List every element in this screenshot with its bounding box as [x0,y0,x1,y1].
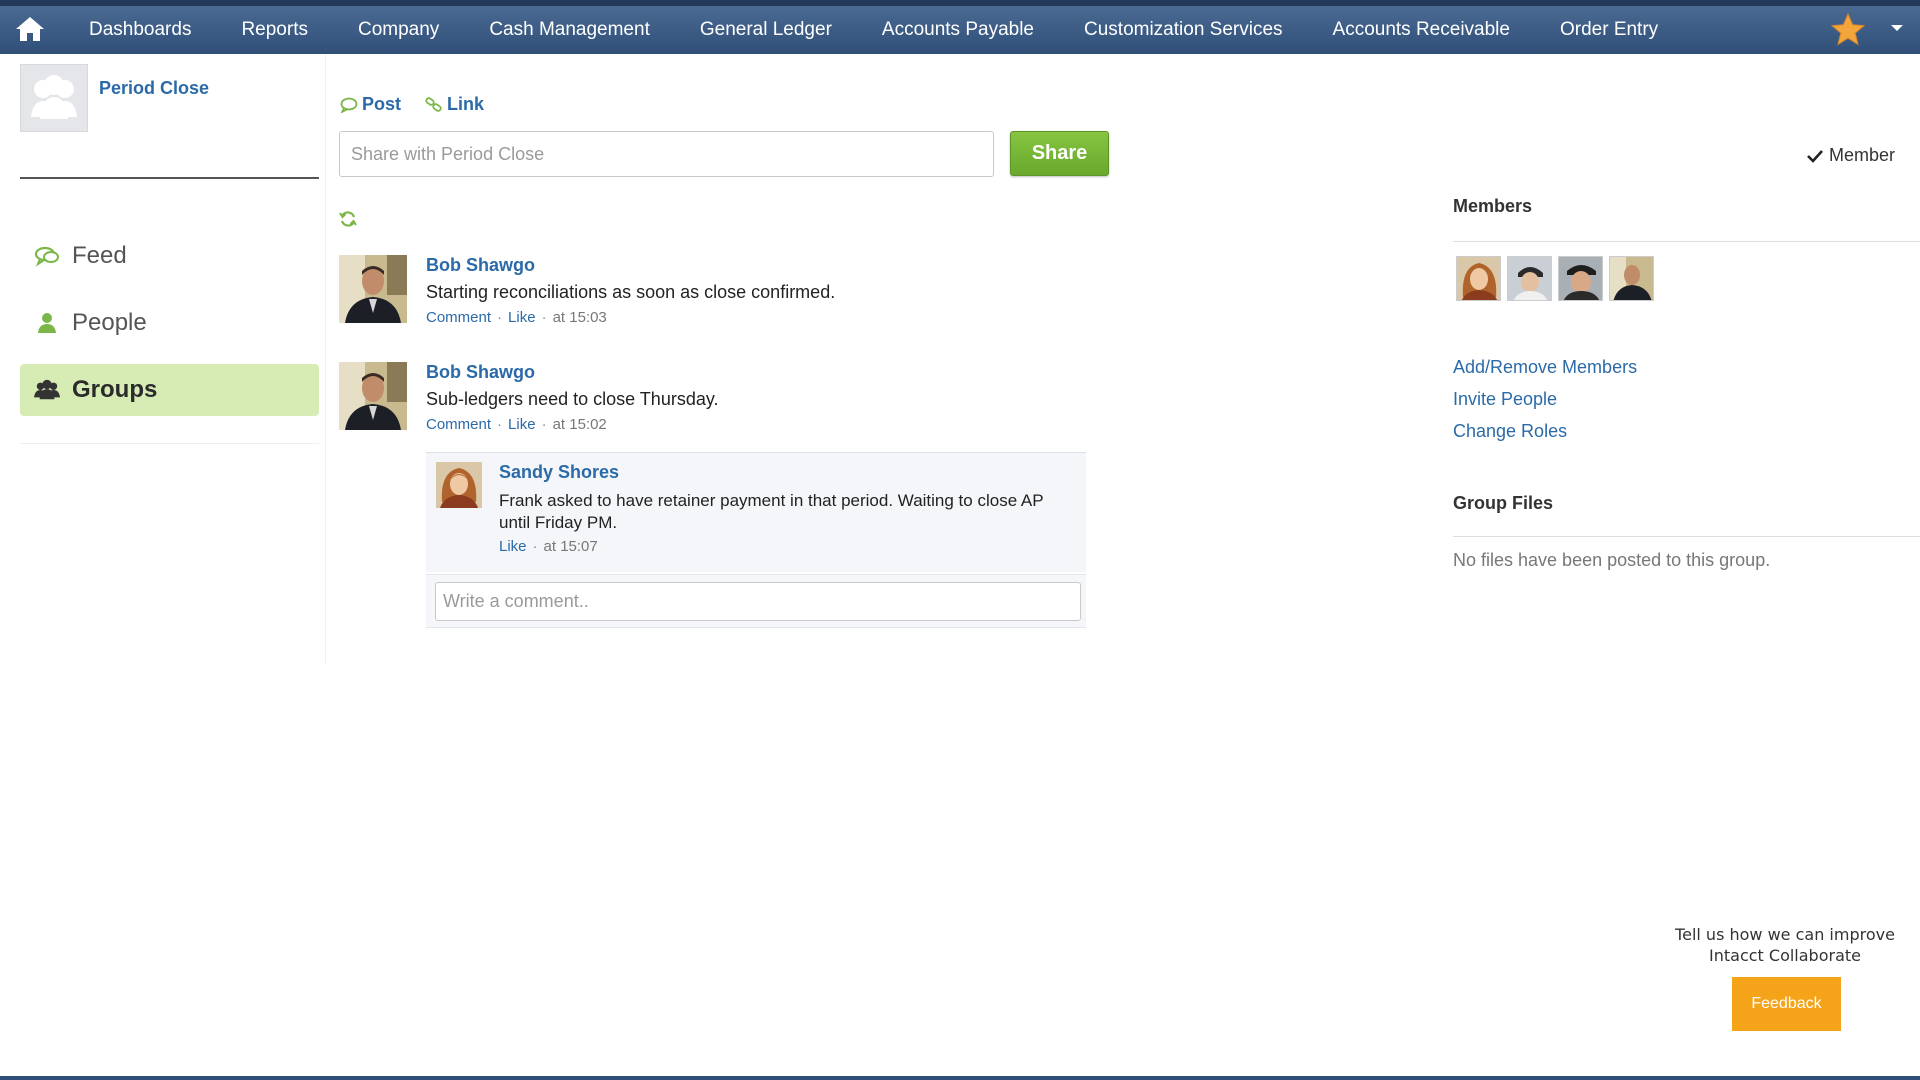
post-author-link[interactable]: Bob Shawgo [426,362,1086,388]
checkmark-icon [1807,149,1823,163]
post-tab[interactable]: Post [340,94,401,115]
group-icon [34,378,60,402]
comment-thread: Sandy Shores Frank asked to have retaine… [426,452,1086,572]
link-tab[interactable]: Link [425,94,484,115]
write-comment-input[interactable] [435,582,1081,621]
sidebar-divider [20,177,319,179]
sidebar-item-people[interactable]: People [20,297,319,349]
feed-icon [34,244,60,268]
post-meta: Comment · Like · at 15:02 [426,416,607,433]
no-files-message: No files have been posted to this group. [1453,550,1771,570]
nav-customization-services[interactable]: Customization Services [1059,19,1308,41]
write-comment-area [426,574,1086,628]
composer-tabs: Post Link [340,94,484,115]
nav-cash-management[interactable]: Cash Management [464,19,675,41]
member-avatars [1456,256,1654,301]
sidebar-bottom-divider [20,443,319,444]
avatar[interactable] [339,362,407,430]
post-meta: Comment · Like · at 15:03 [426,309,607,326]
add-remove-members-link[interactable]: Add/Remove Members [1453,356,1637,388]
avatar[interactable] [1609,256,1654,301]
sidebar-item-label: Feed [72,242,127,269]
favorites-star-icon[interactable] [1830,12,1866,48]
like-link[interactable]: Like [508,309,536,326]
member-actions: Add/Remove Members Invite People Change … [1453,356,1637,452]
sidebar-item-feed[interactable]: Feed [20,230,319,282]
like-link[interactable]: Like [499,538,527,555]
avatar[interactable] [1456,256,1501,301]
home-icon[interactable] [14,14,46,44]
share-input[interactable] [339,131,994,177]
feed-post: Bob Shawgo Starting reconciliations as s… [339,255,1089,335]
feedback-prompt: Tell us how we can improve Intacct Colla… [1675,925,1895,965]
nav-general-ledger[interactable]: General Ledger [675,19,857,41]
comment-author-link[interactable]: Sandy Shores [499,462,1069,490]
comment-link[interactable]: Comment [426,309,491,326]
feed-post: Bob Shawgo Sub-ledgers need to close Thu… [339,362,1089,442]
sidebar-item-label: People [72,309,147,336]
refresh-icon[interactable] [339,210,357,228]
avatar[interactable] [436,462,482,508]
files-divider [1453,536,1920,537]
member-status[interactable]: Member [1807,145,1895,166]
share-button[interactable]: Share [1010,131,1109,176]
group-name-link[interactable]: Period Close [99,78,209,99]
speech-bubble-icon [340,97,358,113]
post-timestamp: at 15:02 [552,416,607,433]
comment-text: Frank asked to have retainer payment in … [499,491,1044,532]
nav-reports[interactable]: Reports [216,19,333,41]
post-author-link[interactable]: Bob Shawgo [426,255,1086,281]
sidebar-item-groups[interactable]: Groups [20,364,319,416]
nav-company[interactable]: Company [333,19,464,41]
comment-meta: Like · at 15:07 [499,538,598,555]
nav-dashboards[interactable]: Dashboards [64,19,216,41]
sidebar-nav: Feed People Groups [20,230,319,431]
group-files-heading: Group Files [1453,493,1554,513]
bottom-bar [0,1076,1920,1080]
avatar[interactable] [1558,256,1603,301]
nav-accounts-receivable[interactable]: Accounts Receivable [1308,19,1535,41]
main-menu: Dashboards Reports Company Cash Manageme… [64,6,1683,54]
avatar[interactable] [1507,256,1552,301]
like-link[interactable]: Like [508,416,536,433]
chevron-down-icon[interactable] [1888,21,1906,35]
members-divider [1453,241,1920,242]
nav-accounts-payable[interactable]: Accounts Payable [857,19,1059,41]
post-timestamp: at 15:03 [552,309,607,326]
change-roles-link[interactable]: Change Roles [1453,420,1637,452]
person-icon [34,311,60,335]
avatar[interactable] [339,255,407,323]
top-nav-bar: Dashboards Reports Company Cash Manageme… [0,0,1920,54]
sidebar-item-label: Groups [72,376,158,403]
feedback-button[interactable]: Feedback [1732,977,1841,1031]
group-avatar [20,64,88,132]
post-text: Sub-ledgers need to close Thursday. [426,389,719,409]
comment-link[interactable]: Comment [426,416,491,433]
group-placeholder-icon [31,75,77,119]
comment-timestamp: at 15:07 [543,538,598,555]
link-icon [425,96,442,112]
nav-order-entry[interactable]: Order Entry [1535,19,1683,41]
invite-people-link[interactable]: Invite People [1453,388,1637,420]
post-text: Starting reconciliations as soon as clos… [426,282,836,302]
members-heading: Members [1453,196,1533,216]
